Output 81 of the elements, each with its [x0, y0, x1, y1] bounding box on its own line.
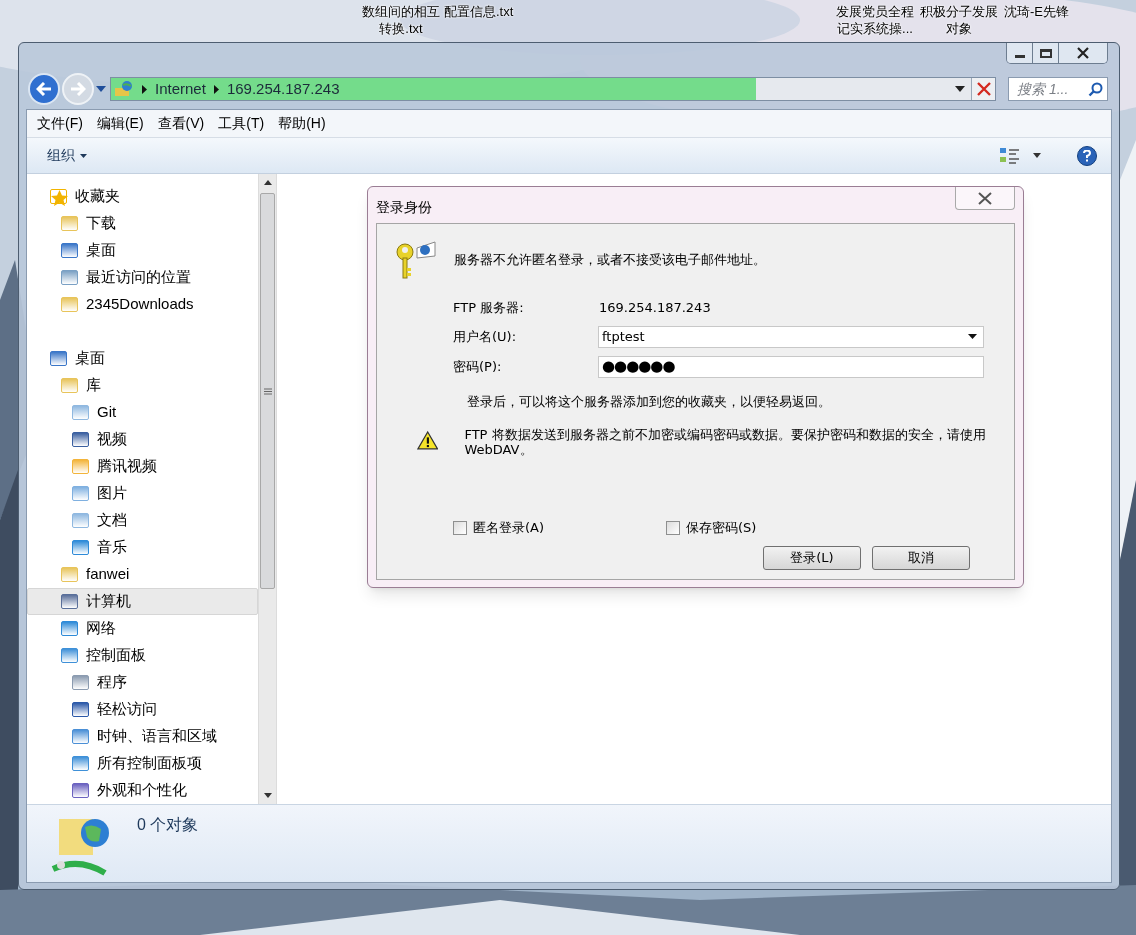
info-text: 登录后，可以将这个服务器添加到您的收藏夹，以便轻易返回。: [466, 392, 832, 411]
scroll-down-icon[interactable]: [263, 793, 272, 798]
search-field[interactable]: 搜索 1...: [1008, 77, 1108, 102]
forward-arrow-icon: [70, 82, 86, 97]
desktop-icon-label[interactable]: 配置信息.txt: [444, 3, 514, 37]
close-button[interactable]: [955, 187, 1015, 210]
sidebar-item[interactable]: 最近访问的位置: [27, 264, 258, 291]
sidebar-item[interactable]: 程序: [27, 669, 258, 696]
network-icon: [114, 80, 134, 99]
breadcrumb-item[interactable]: Internet: [155, 78, 206, 101]
dialog-button[interactable]: 登录(L): [763, 546, 861, 570]
desktop-icon-label[interactable]: 沈琦-E先锋: [1004, 3, 1069, 37]
warning-icon: [417, 430, 439, 451]
sidebar-item[interactable]: 所有控制面板项: [27, 750, 258, 777]
minimize-button[interactable]: [1007, 43, 1033, 63]
close-icon: [1076, 47, 1090, 59]
sidebar-item[interactable]: 库: [27, 372, 258, 399]
sidebar-item[interactable]: 外观和个性化: [27, 777, 258, 804]
desktop-icon-label[interactable]: 数组间的相互 转换.txt: [362, 3, 440, 37]
sidebar-item[interactable]: Git: [27, 399, 258, 426]
organize-button[interactable]: 组织: [41, 142, 93, 169]
dialog-button[interactable]: 取消: [872, 546, 970, 570]
dialog-title: 登录身份: [376, 198, 432, 217]
menu-item[interactable]: 文件(F): [31, 113, 89, 134]
search-icon: [1088, 81, 1103, 97]
menu-item[interactable]: 查看(V): [151, 113, 211, 134]
field-label: 用户名(U):: [453, 327, 518, 346]
back-button[interactable]: [28, 73, 60, 106]
sidebar-item[interactable]: 视频: [27, 426, 258, 453]
sidebar-item[interactable]: 音乐: [27, 534, 258, 561]
password-field[interactable]: ●●●●●●: [598, 355, 984, 378]
scroll-up-icon[interactable]: [263, 180, 272, 185]
menu-item[interactable]: 编辑(E): [90, 113, 150, 134]
sidebar-item[interactable]: 2345Downloads: [27, 291, 258, 318]
breadcrumb-arrow-icon[interactable]: [142, 84, 147, 94]
warning-text: FTP 将数据发送到服务器之前不加密或编码密码或数据。要保护密码和数据的安全，请使用 WebDAV。: [464, 427, 987, 457]
sidebar-item[interactable]: 控制面板: [27, 642, 258, 669]
stop-button[interactable]: [971, 78, 995, 101]
checkbox[interactable]: 保存密码(S): [666, 518, 757, 538]
search-placeholder: 搜索 1...: [1017, 79, 1070, 99]
menu-item[interactable]: 工具(T): [212, 113, 271, 134]
desktop-icon-label[interactable]: 发展党员全程 记实系统操...: [836, 3, 914, 37]
close-icon: [977, 191, 993, 205]
key-icon: [395, 240, 437, 280]
help-button[interactable]: [1077, 145, 1097, 166]
field-label: FTP 服务器:: [453, 299, 525, 317]
field-label: 密码(P):: [453, 357, 503, 376]
dropdown-arrow-icon: [968, 334, 977, 339]
question-mark-icon: [1083, 149, 1091, 162]
sidebar-item[interactable]: fanwei: [27, 561, 258, 588]
sidebar-item[interactable]: 桌面: [27, 345, 258, 372]
sidebar-item[interactable]: 文档: [27, 507, 258, 534]
caret-icon: [80, 153, 87, 158]
maximize-button[interactable]: [1033, 43, 1059, 63]
scroll-thumb[interactable]: [260, 193, 275, 589]
back-arrow-icon: [36, 82, 52, 97]
breadcrumb-arrow-icon[interactable]: [213, 84, 219, 94]
sidebar-item[interactable]: 计算机: [27, 588, 258, 615]
error-message: 服务器不允许匿名登录，或者不接受该电子邮件地址。: [454, 251, 766, 270]
dropdown-arrow-icon[interactable]: [955, 86, 965, 93]
checkbox[interactable]: 匿名登录(A): [453, 518, 666, 538]
username-combo[interactable]: ftptest: [598, 325, 984, 348]
desktop-icon-label[interactable]: 积极分子发展 对象: [920, 3, 998, 37]
menu-item[interactable]: 帮助(H): [272, 113, 332, 134]
sidebar-item[interactable]: 轻松访问: [27, 696, 258, 723]
sidebar-item[interactable]: 下载: [27, 210, 258, 237]
sidebar-item[interactable]: 腾讯视频: [27, 453, 258, 480]
sidebar-item[interactable]: 图片: [27, 480, 258, 507]
star-icon: [50, 189, 67, 204]
dropdown-arrow-icon[interactable]: [1033, 153, 1041, 158]
sidebar-item[interactable]: 收藏夹: [27, 183, 258, 210]
item-count: 0 个对象: [137, 815, 199, 835]
view-options-icon[interactable]: [999, 146, 1021, 165]
server-address: 169.254.187.243: [598, 299, 712, 317]
scrollbar[interactable]: [258, 174, 277, 804]
sidebar-item[interactable]: 网络: [27, 615, 258, 642]
breadcrumb-item[interactable]: 169.254.187.243: [226, 78, 340, 101]
sidebar-item[interactable]: 时钟、语言和区域: [27, 723, 258, 750]
close-button[interactable]: [1059, 43, 1107, 63]
address-bar[interactable]: Internet 169.254.187.243: [110, 77, 996, 102]
sidebar-item[interactable]: 桌面: [27, 237, 258, 264]
